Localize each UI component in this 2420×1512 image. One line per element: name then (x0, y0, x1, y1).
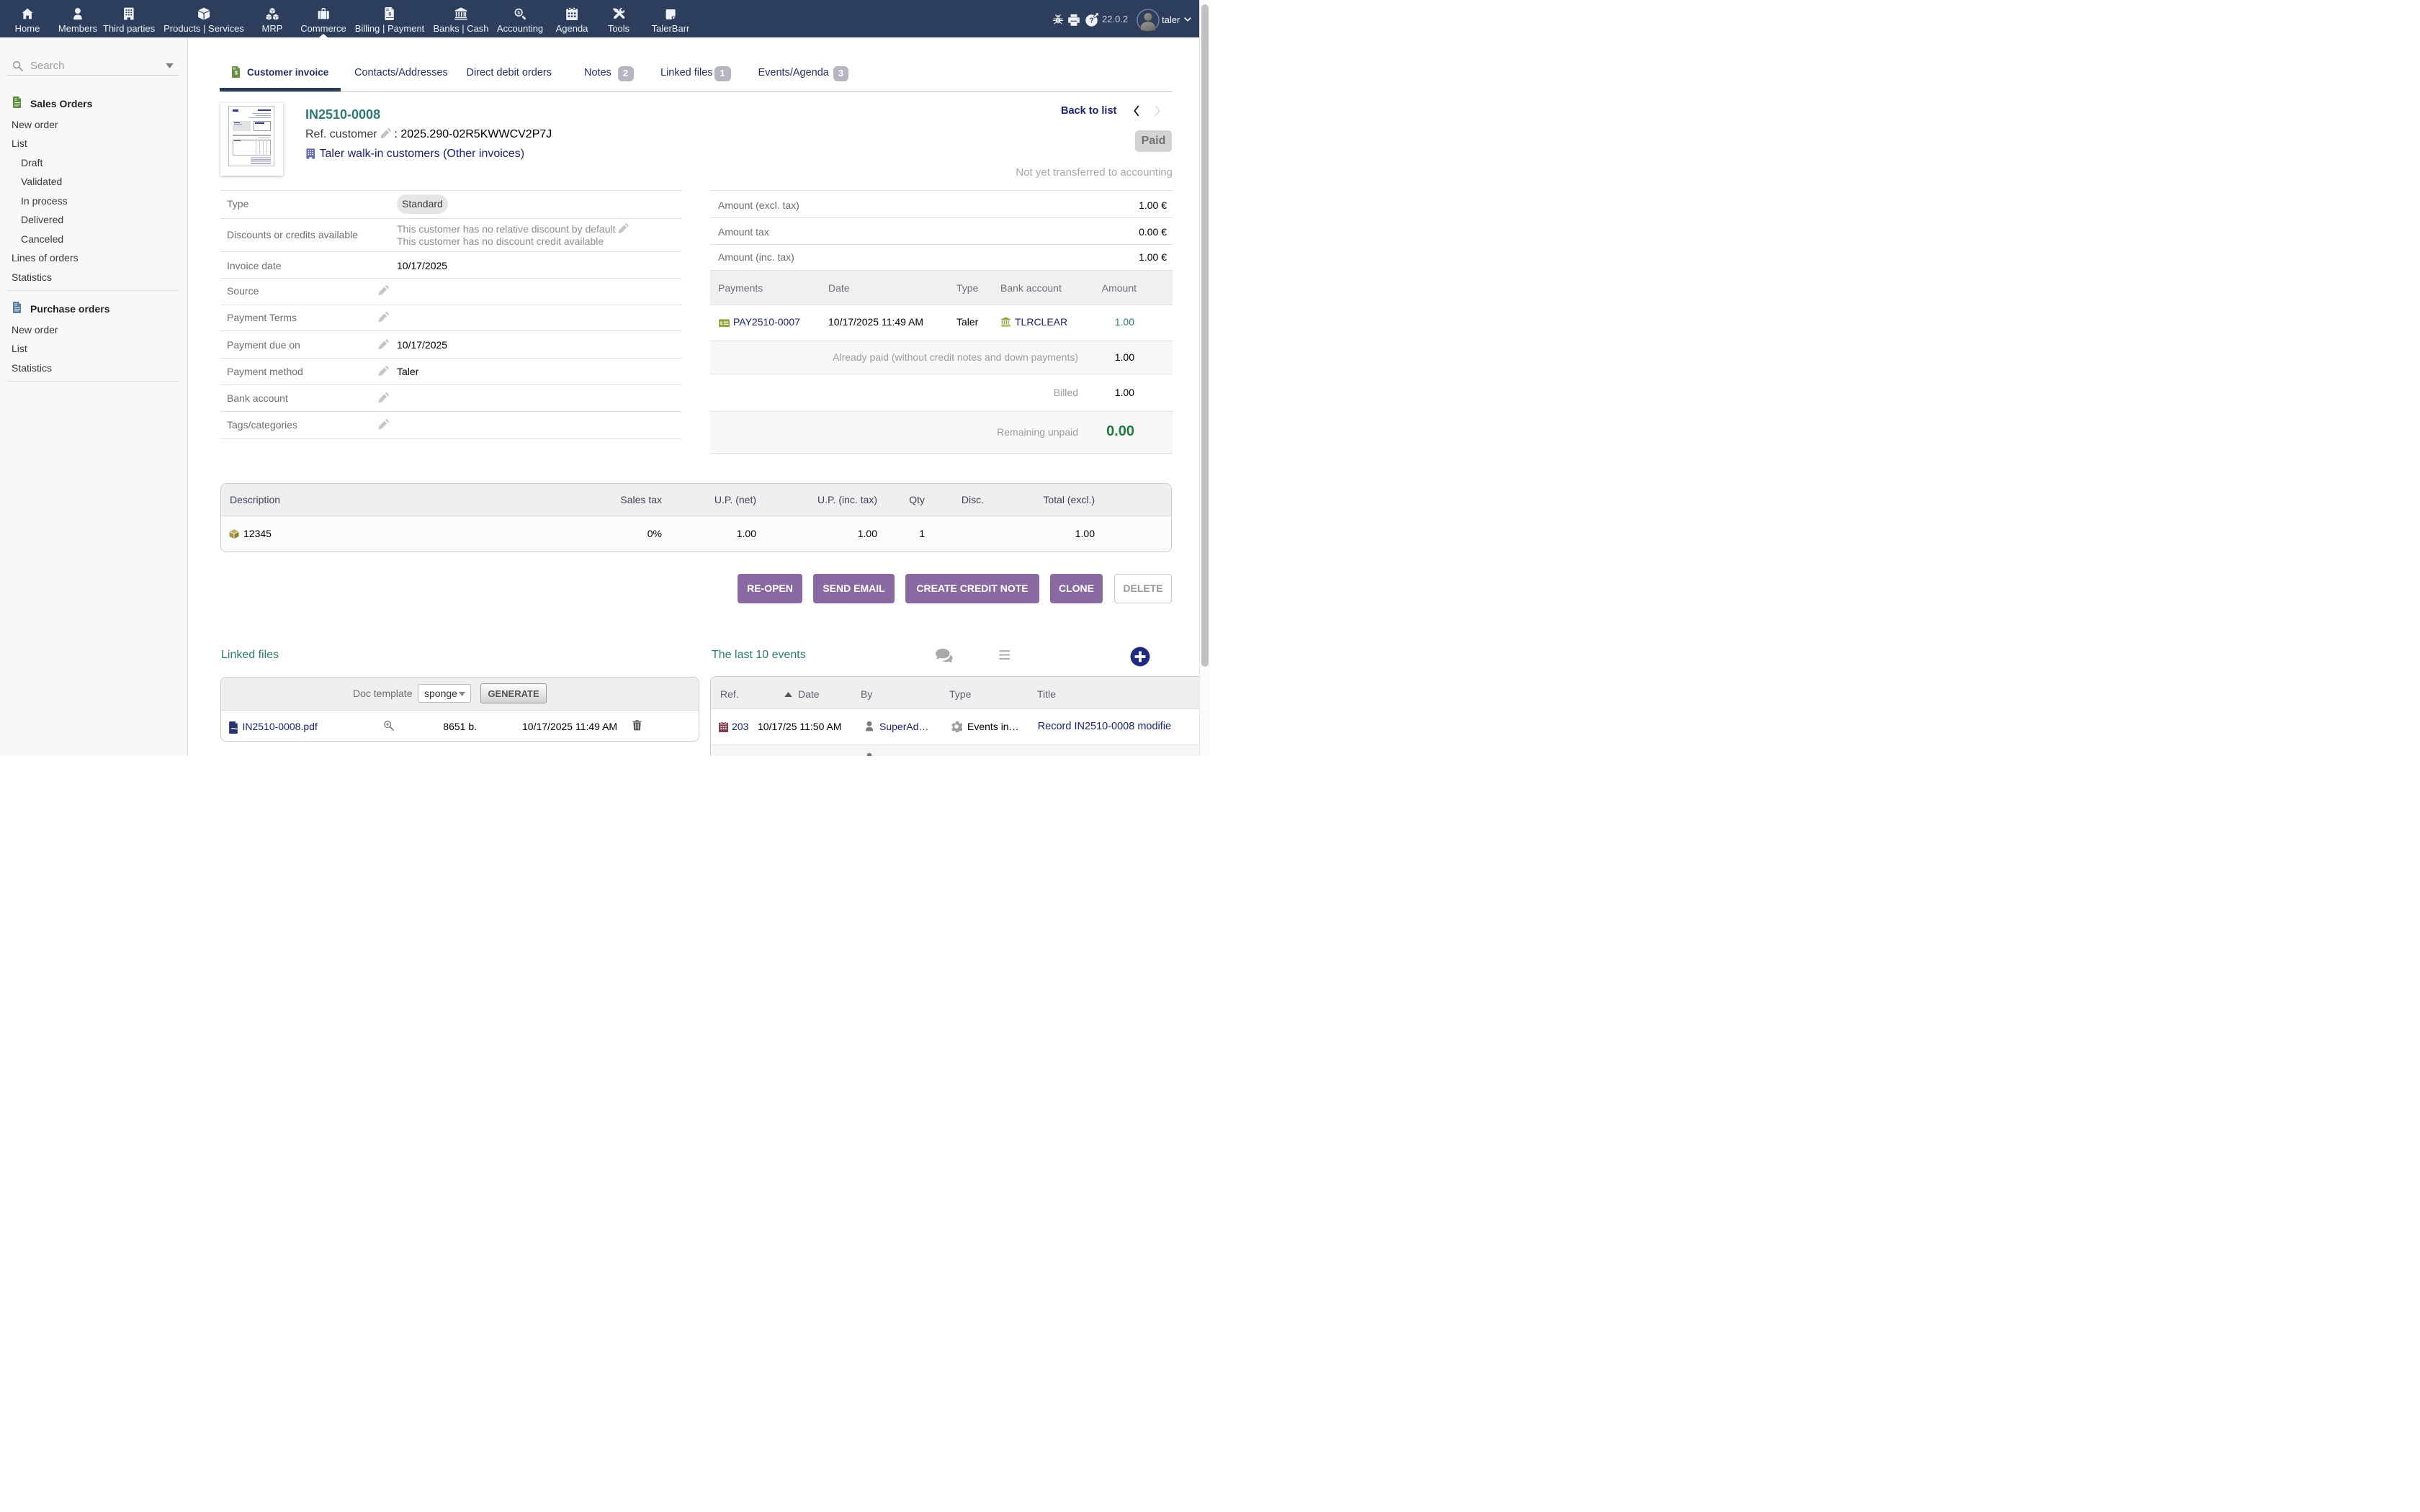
svg-text:$: $ (720, 321, 722, 326)
svg-text:$: $ (235, 70, 238, 76)
svg-text:$: $ (517, 11, 520, 16)
svg-text:?: ? (1089, 17, 1093, 24)
svg-text:$: $ (388, 12, 391, 17)
